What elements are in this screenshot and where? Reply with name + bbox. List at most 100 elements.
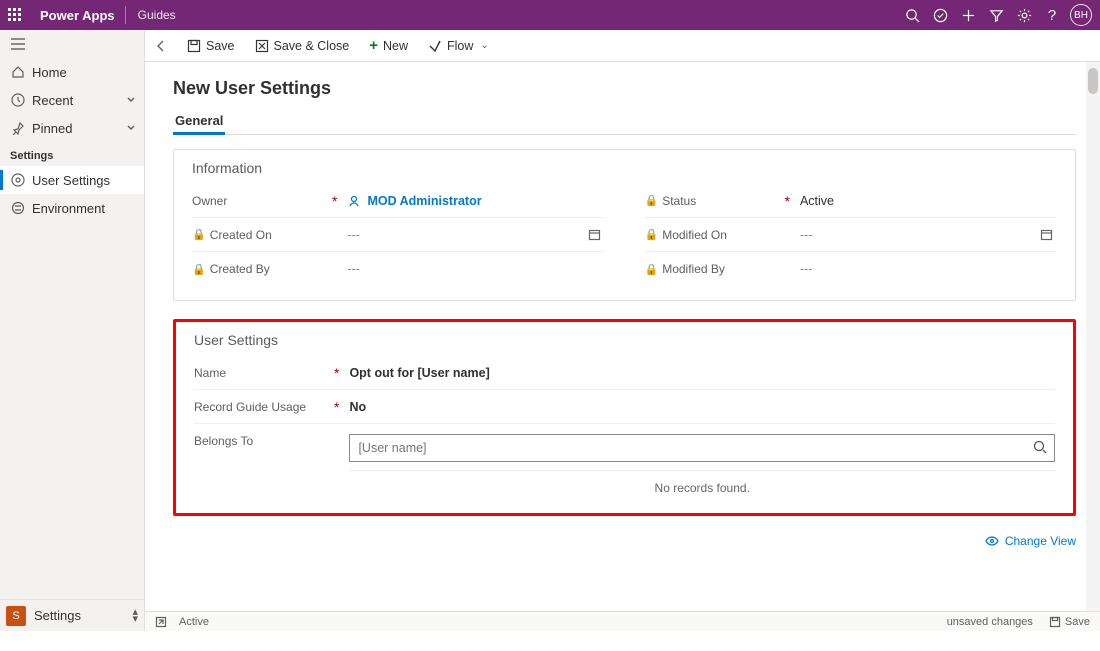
section-user-settings: User Settings Name * Opt out for [User n…: [173, 319, 1076, 516]
vertical-scrollbar[interactable]: [1086, 62, 1100, 611]
open-in-new-icon[interactable]: [155, 616, 167, 628]
label-modified-by: Modified By: [662, 262, 725, 276]
header-area[interactable]: Guides: [126, 8, 188, 22]
waffle-icon: [8, 8, 22, 22]
sidebar: Home Recent Pinned Settings User Setting…: [0, 30, 145, 631]
label-created-on: Created On: [210, 228, 272, 242]
label-owner: Owner: [192, 194, 322, 208]
sidebar-label-recent: Recent: [28, 93, 126, 108]
sidebar-item-user-settings[interactable]: User Settings: [0, 166, 144, 194]
label-modified-on: Modified On: [662, 228, 727, 242]
settings-icon[interactable]: [1010, 0, 1038, 30]
chevron-down-icon: ⌄: [480, 40, 488, 51]
field-status[interactable]: 🔒Status * Active: [645, 184, 1058, 218]
unsaved-changes: unsaved changes: [947, 616, 1033, 628]
required-indicator: *: [324, 399, 349, 415]
environment-icon: [11, 201, 25, 215]
label-status: Status: [662, 194, 696, 208]
area-tile: S: [6, 606, 26, 626]
save-icon: [1049, 616, 1061, 628]
field-modified-by: 🔒Modified By * ---: [645, 252, 1058, 286]
flow-label: Flow: [447, 39, 473, 53]
tab-general[interactable]: General: [173, 109, 225, 135]
sidebar-label-home: Home: [28, 65, 136, 80]
lock-icon: 🔒: [192, 228, 206, 241]
belongs-to-input[interactable]: [349, 434, 1055, 462]
sidebar-section-label: Settings: [0, 142, 144, 166]
flow-button[interactable]: Flow ⌄: [418, 30, 499, 62]
home-icon: [11, 65, 25, 79]
lock-icon: 🔒: [645, 263, 659, 276]
field-modified-on: 🔒Modified On * ---: [645, 218, 1058, 252]
back-button[interactable]: [145, 39, 177, 53]
required-indicator: *: [324, 365, 349, 381]
flow-icon: [428, 39, 442, 53]
owner-value: MOD Administrator: [367, 194, 481, 208]
no-records-message: No records found.: [349, 470, 1055, 499]
new-label: New: [383, 39, 408, 53]
help-icon[interactable]: ?: [1038, 0, 1066, 30]
field-name[interactable]: Name * Opt out for [User name]: [194, 356, 1055, 390]
person-icon: [347, 194, 361, 208]
app-launcher[interactable]: [0, 8, 30, 22]
created-by-value: ---: [347, 262, 360, 276]
field-owner[interactable]: Owner * MOD Administrator: [192, 184, 605, 218]
section-title-user-settings: User Settings: [194, 332, 1055, 348]
required-indicator: *: [775, 193, 800, 209]
user-avatar[interactable]: BH: [1070, 4, 1092, 26]
save-button[interactable]: Save: [177, 30, 245, 62]
field-belongs-to: Belongs To * No records found.: [194, 424, 1055, 499]
chevron-down-icon: [126, 95, 136, 105]
section-information: Information Owner * MOD Administrator: [173, 149, 1076, 301]
sidebar-label-pinned: Pinned: [28, 121, 126, 136]
field-created-on: 🔒Created On * ---: [192, 218, 605, 252]
area-switcher[interactable]: S Settings ▴▾: [0, 599, 144, 631]
created-on-value: ---: [347, 228, 360, 242]
save-label: Save: [206, 39, 235, 53]
filter-icon[interactable]: [982, 0, 1010, 30]
search-icon[interactable]: [898, 0, 926, 30]
new-button[interactable]: + New: [359, 30, 418, 62]
sidebar-item-pinned[interactable]: Pinned: [0, 114, 144, 142]
updown-icon: ▴▾: [132, 609, 138, 623]
chevron-down-icon: [126, 123, 136, 133]
belongs-to-lookup[interactable]: [349, 434, 1055, 462]
calendar-icon: [588, 228, 605, 241]
sidebar-item-environment[interactable]: Environment: [0, 194, 144, 222]
required-indicator: *: [322, 193, 347, 209]
page-title: New User Settings: [173, 78, 1076, 99]
form-content: New User Settings General Information Ow…: [145, 62, 1100, 611]
plus-icon: +: [369, 37, 378, 54]
scrollbar-thumb[interactable]: [1088, 68, 1098, 94]
record-value: No: [349, 400, 366, 414]
footer-save-button[interactable]: Save: [1049, 616, 1090, 628]
global-header: Power Apps Guides ? BH: [0, 0, 1100, 30]
lock-icon: 🔒: [192, 263, 206, 276]
label-record-guide-usage: Record Guide Usage: [194, 400, 324, 414]
save-close-label: Save & Close: [274, 39, 350, 53]
change-view-link[interactable]: Change View: [985, 534, 1076, 548]
add-icon[interactable]: [954, 0, 982, 30]
lock-icon: 🔒: [645, 228, 659, 241]
area-label: Settings: [34, 608, 81, 623]
label-belongs-to: Belongs To: [194, 430, 324, 448]
sidebar-item-recent[interactable]: Recent: [0, 86, 144, 114]
section-title-information: Information: [192, 160, 1057, 176]
task-icon[interactable]: [926, 0, 954, 30]
sidebar-toggle[interactable]: [0, 30, 144, 58]
clock-icon: [11, 93, 25, 107]
status-bar: Active unsaved changes Save: [145, 611, 1100, 631]
back-arrow-icon: [154, 39, 168, 53]
field-record-guide-usage[interactable]: Record Guide Usage * No: [194, 390, 1055, 424]
status-value: Active: [179, 616, 209, 628]
main: Save Save & Close + New Flow ⌄ New User …: [145, 30, 1100, 631]
lock-icon: 🔒: [645, 194, 659, 207]
save-close-button[interactable]: Save & Close: [245, 30, 360, 62]
modified-by-value: ---: [800, 262, 813, 276]
label-name: Name: [194, 366, 324, 380]
search-icon[interactable]: [1033, 440, 1047, 454]
sidebar-item-home[interactable]: Home: [0, 58, 144, 86]
sidebar-label-user-settings: User Settings: [28, 173, 136, 188]
save-icon: [187, 39, 201, 53]
modified-on-value: ---: [800, 228, 813, 242]
